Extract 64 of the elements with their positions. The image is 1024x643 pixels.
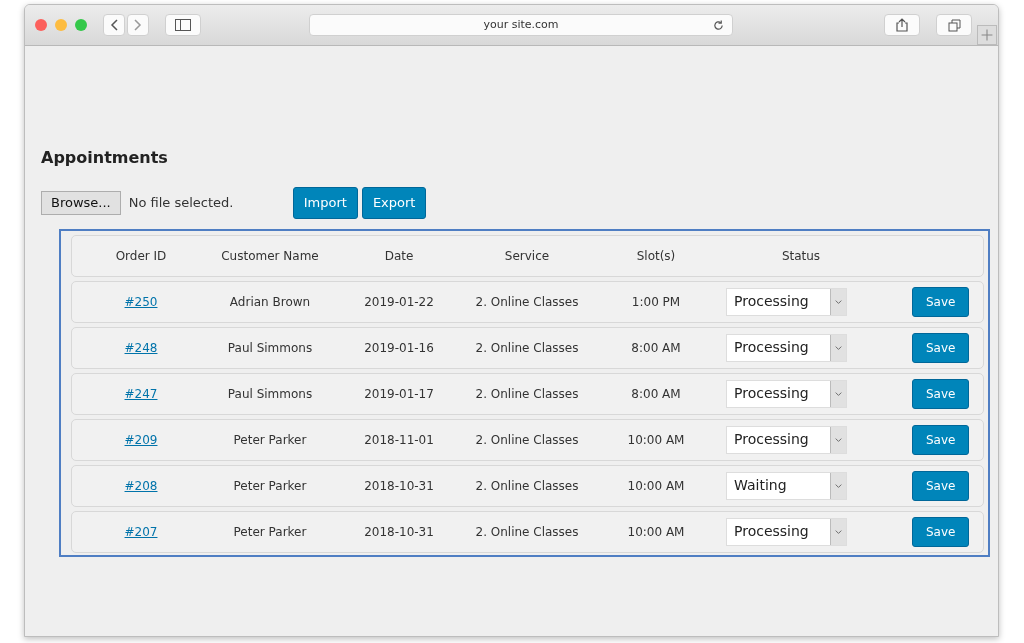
column-header: Slot(s) [636,247,676,265]
chevron-left-icon [110,19,118,31]
table-cell-text: 2018-10-31 [364,477,434,495]
save-button[interactable]: Save [912,470,970,501]
chevron-right-icon [134,19,142,31]
table-cell-text: Peter Parker [233,523,307,541]
table-cell-text: 2019-01-22 [364,293,434,311]
column-header: Date [384,247,414,265]
address-bar[interactable]: your site.com [309,14,733,36]
order-link[interactable]: #208 [124,476,158,495]
sidebar-icon [175,19,191,31]
column-header: Status [781,247,821,265]
page-title: Appointments [41,148,169,168]
back-button[interactable] [103,14,125,36]
maximize-icon[interactable] [75,19,87,31]
sidebar-button[interactable] [165,14,201,36]
action-button[interactable]: Export [361,187,427,219]
action-button[interactable]: Import [292,187,358,219]
column-header: Order ID [115,247,167,265]
order-link[interactable]: #250 [124,292,158,311]
order-link[interactable]: #207 [124,522,158,541]
table-cell-text: 2018-10-31 [364,523,434,541]
browse-button[interactable]: Browse... [41,191,121,215]
save-button[interactable]: Save [912,332,970,363]
tabs-button[interactable] [936,14,972,36]
reload-icon[interactable] [713,19,724,31]
new-tab-icon[interactable] [977,25,997,45]
table-cell-text: Paul Simmons [227,385,313,403]
table-cell-text: 2. Online Classes [475,339,579,357]
close-icon[interactable] [35,19,47,31]
table-cell-text: 2019-01-16 [364,339,434,357]
table-cell-text: 2. Online Classes [475,385,579,403]
table-cell-text: 8:00 AM [631,339,681,357]
table-cell-text: 2. Online Classes [475,523,579,541]
file-status: No file selected. [128,194,235,213]
order-link[interactable]: #248 [124,338,158,357]
table-cell-text: 2018-11-01 [364,431,434,449]
tabs-icon [947,18,961,32]
order-link[interactable]: #247 [124,384,158,403]
table-cell-text: 1:00 PM [631,293,681,311]
url-text: your site.com [483,16,559,33]
table-cell-text: 2. Online Classes [475,431,579,449]
table-cell-text: 2. Online Classes [475,293,579,311]
share-icon [896,18,908,32]
forward-button[interactable] [127,14,149,36]
order-link[interactable]: #209 [124,430,158,449]
table-cell-text: Adrian Brown [229,293,311,311]
share-button[interactable] [884,14,920,36]
table-cell-text: 10:00 AM [627,523,685,541]
minimize-icon[interactable] [55,19,67,31]
table-cell-text: 8:00 AM [631,385,681,403]
save-button[interactable]: Save [912,516,970,547]
save-button[interactable]: Save [912,378,970,409]
table-cell-text: 2019-01-17 [364,385,434,403]
table-cell-text: Peter Parker [233,431,307,449]
table-cell-text: Paul Simmons [227,339,313,357]
table-cell-text: Peter Parker [233,477,307,495]
save-button[interactable]: Save [912,424,970,455]
save-button[interactable]: Save [912,286,970,317]
column-header: Customer Name [221,247,319,265]
table-cell-text: 10:00 AM [627,431,685,449]
column-header: Service [504,247,550,265]
table-cell-text: 2. Online Classes [475,477,579,495]
table-cell-text: 10:00 AM [627,477,685,495]
